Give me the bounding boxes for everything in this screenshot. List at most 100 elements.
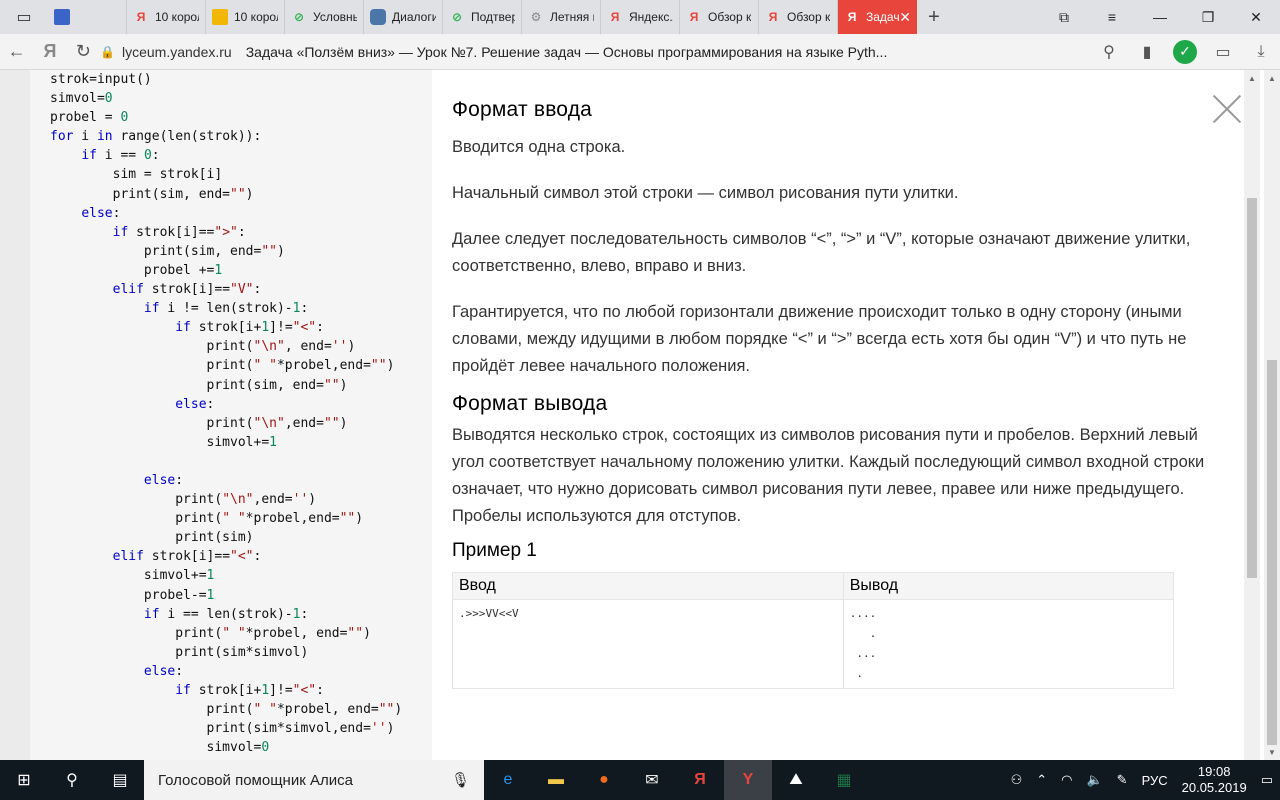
menu-icon[interactable]: ≡: [1088, 0, 1136, 34]
scroll-thumb[interactable]: [1247, 198, 1257, 578]
battery-icon[interactable]: ▭: [1204, 34, 1242, 70]
pen-icon[interactable]: ✎: [1110, 772, 1135, 788]
translate-icon[interactable]: ⚲: [1090, 34, 1128, 70]
code-line: elif strok[i]=="V":: [112, 282, 262, 298]
language-indicator[interactable]: РУС: [1135, 773, 1175, 788]
chevron-up-icon[interactable]: ⌃: [1029, 772, 1054, 788]
page-scrollbar[interactable]: ▲ ▼: [1264, 70, 1280, 760]
task-scrollbar[interactable]: ▲: [1244, 70, 1260, 760]
photos-icon[interactable]: ⛰: [772, 760, 820, 800]
tab-label: Обзор к: [708, 10, 752, 24]
tab-label: Условнь: [313, 10, 357, 24]
scroll-down-arrow-icon[interactable]: ▼: [1264, 744, 1280, 760]
close-tab-icon[interactable]: ✕: [899, 9, 911, 26]
code-line: if strok[i+1]!="<":: [175, 683, 324, 698]
notifications-icon[interactable]: ▭: [1254, 772, 1280, 788]
scroll-thumb[interactable]: [1267, 360, 1277, 745]
tab-item[interactable]: [48, 0, 127, 34]
yandex-logo-icon[interactable]: Я: [33, 34, 66, 70]
url-host: lyceum.yandex.ru: [121, 43, 232, 60]
minimize-button[interactable]: —: [1136, 0, 1184, 34]
paint-icon[interactable]: ●: [580, 760, 628, 800]
yandex-icon: Я: [847, 10, 857, 24]
close-window-button[interactable]: ✕: [1232, 0, 1280, 34]
explorer-icon[interactable]: ▬: [532, 760, 580, 800]
protect-check-icon[interactable]: ✓: [1173, 39, 1197, 64]
tab-panel-icon[interactable]: ▭: [0, 0, 48, 34]
scroll-up-arrow-icon[interactable]: ▲: [1264, 70, 1280, 86]
windows-start-icon[interactable]: ⊞: [0, 760, 48, 800]
example-input-header: Ввод: [452, 572, 844, 600]
code-line: strok=input(): [50, 72, 152, 87]
code-line: simvol=0: [50, 91, 113, 107]
input-paragraph: Гарантируется, что по любой горизонтали …: [452, 303, 1187, 375]
code-line: for i in range(len(strok)):: [50, 129, 262, 145]
code-line: print(sim, end=""): [50, 186, 254, 202]
download-icon[interactable]: ⤓: [1242, 34, 1280, 70]
tab-label: Яндекс.Л: [629, 10, 673, 24]
code-line: sim = strok[i]: [50, 167, 223, 183]
example-output-header: Вывод: [842, 572, 1175, 600]
mail-icon[interactable]: ✉: [628, 760, 676, 800]
yandex-browser-icon[interactable]: Y: [724, 760, 772, 800]
alice-search-box[interactable]: Голосовой помощник Алиса 🎙: [144, 760, 484, 800]
tab-label: Летняя ш: [550, 10, 594, 24]
bookmark-window-icon[interactable]: ⧉: [1040, 0, 1088, 34]
excel-icon[interactable]: ▦: [820, 760, 868, 800]
code-line: probel = 0: [50, 110, 129, 126]
tab-item[interactable]: Я Яндекс.Л: [601, 0, 680, 34]
code-line: if i == 0:: [81, 148, 160, 164]
task-description-panel: Формат ввода Вводится одна строка. Начал…: [432, 70, 1264, 760]
code-line: if i == len(strok)-1:: [143, 606, 309, 622]
back-button[interactable]: ←: [0, 34, 33, 70]
clock[interactable]: 19:08 20.05.2019: [1175, 764, 1254, 796]
bookmark-icon[interactable]: ▮: [1128, 34, 1166, 70]
code-line: print("\n",end=''): [50, 492, 317, 508]
tab-label: 10 корол: [155, 10, 199, 24]
tab-item[interactable]: Я 10 корол: [127, 0, 206, 34]
new-tab-button[interactable]: +: [917, 0, 951, 34]
code-panel[interactable]: strok=input() simvol=0 probel = 0 for i in …: [30, 70, 432, 760]
code-line: print("\n", end=''): [50, 339, 356, 355]
search-icon[interactable]: ⚲: [48, 760, 96, 800]
window-controls: ⧉ ≡ — ❐ ✕: [1040, 0, 1280, 34]
url-field[interactable]: 🔒 lyceum.yandex.ru Задача «Ползём вниз» …: [100, 38, 1090, 66]
tab-item[interactable]: ⚙ Летняя ш: [522, 0, 601, 34]
tab-active[interactable]: Я Задач ✕: [838, 0, 917, 34]
people-icon[interactable]: ⚇: [1004, 772, 1030, 788]
reload-button[interactable]: ↻: [67, 34, 100, 70]
close-icon[interactable]: [1212, 94, 1242, 124]
output-paragraph: Выводятся несколько строк, состоящих из …: [452, 426, 1205, 525]
code-line: probel +=1: [50, 262, 223, 278]
code-line: if i != len(strok)-1:: [143, 301, 309, 317]
volume-icon[interactable]: 🔈: [1079, 772, 1109, 788]
tab-item[interactable]: ⊘ Условнь: [285, 0, 364, 34]
tab-item[interactable]: 10 корол: [206, 0, 285, 34]
code-line: else:: [175, 396, 215, 412]
wifi-icon[interactable]: ◠: [1054, 772, 1079, 788]
scroll-up-arrow-icon[interactable]: ▲: [1244, 70, 1260, 86]
code-line: if strok[i]==">":: [112, 224, 246, 240]
tab-item[interactable]: Я Обзор к: [759, 0, 838, 34]
tabs-container: Я 10 корол 10 корол ⊘ Условнь Диалоги ⊘ Подтвер…: [48, 0, 838, 34]
example-heading: Пример 1: [452, 540, 537, 561]
code-line: if strok[i+1]!="<":: [175, 320, 324, 336]
edge-icon[interactable]: e: [484, 760, 532, 800]
code-line: print("\n",end=""): [50, 415, 348, 431]
code-line: print(sim, end=""): [50, 243, 285, 259]
example-input-cell: .>>>VV<<V: [452, 599, 844, 689]
tab-item[interactable]: Диалоги: [364, 0, 443, 34]
code-line: print(sim): [50, 530, 254, 546]
tab-label: Подтвер: [471, 10, 515, 24]
date: 20.05.2019: [1181, 780, 1247, 795]
tab-item[interactable]: ⊘ Подтвер: [443, 0, 522, 34]
tab-item[interactable]: Я Обзор к: [680, 0, 759, 34]
tab-label: 10 корол: [234, 10, 278, 24]
yandex-taskbar-icon[interactable]: Я: [676, 760, 724, 800]
task-view-icon[interactable]: ▤: [96, 760, 144, 800]
address-bar: ← Я ↻ 🔒 lyceum.yandex.ru Задача «Ползём …: [0, 34, 1280, 70]
restore-button[interactable]: ❐: [1184, 0, 1232, 34]
yandex-icon: Я: [610, 10, 620, 24]
microphone-icon[interactable]: 🎙: [451, 771, 470, 789]
